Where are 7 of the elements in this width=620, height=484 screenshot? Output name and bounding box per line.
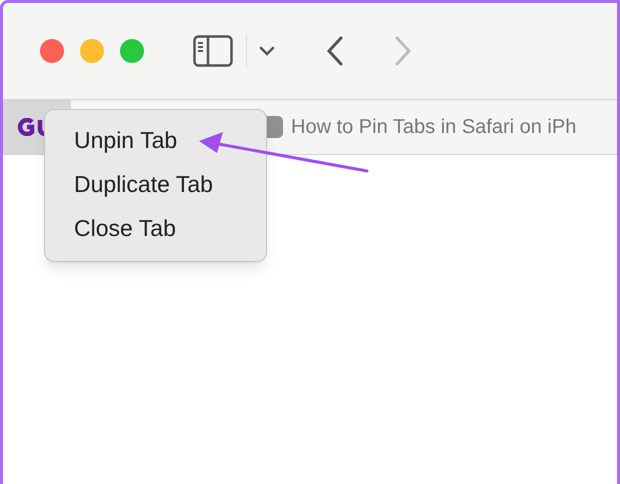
- close-window-icon[interactable]: [40, 39, 64, 63]
- menu-item[interactable]: Duplicate Tab: [45, 162, 266, 206]
- sidebar-icon[interactable]: [193, 35, 233, 67]
- chevron-down-icon[interactable]: [259, 46, 275, 56]
- tab-title: How to Pin Tabs in Safari on iPh: [291, 115, 576, 140]
- menu-item[interactable]: Close Tab: [45, 206, 266, 250]
- back-icon[interactable]: [326, 36, 344, 66]
